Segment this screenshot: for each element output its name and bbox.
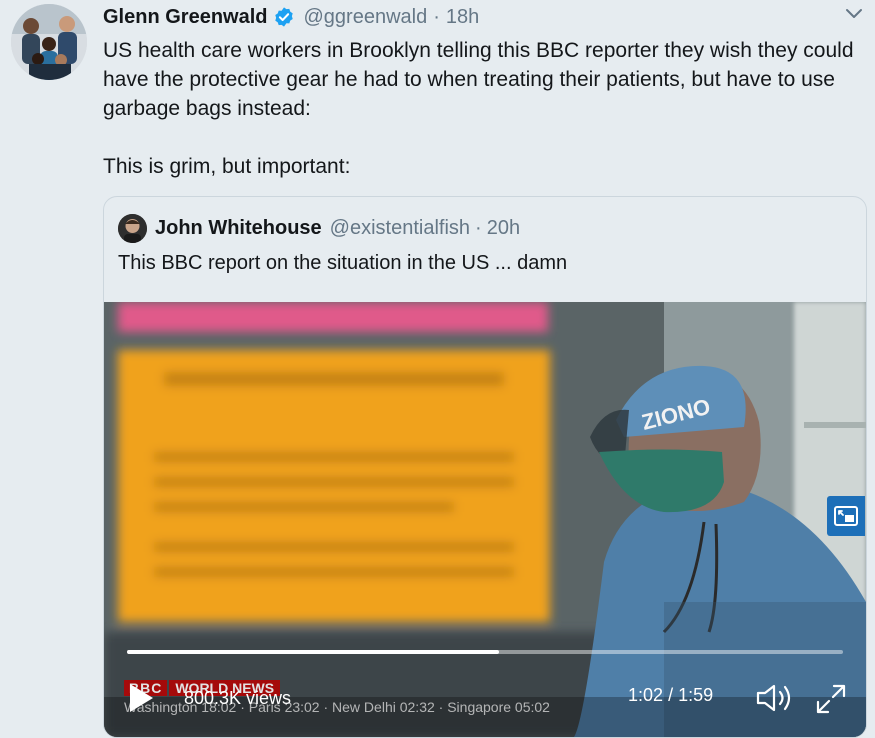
view-count: 800.3K views	[184, 688, 292, 708]
play-icon[interactable]	[127, 682, 155, 714]
tweet-text: US health care workers in Brooklyn telli…	[103, 36, 863, 181]
verified-badge-icon	[273, 6, 295, 28]
author-avatar[interactable]	[11, 4, 87, 80]
current-time: 1:02	[628, 685, 664, 705]
video-player[interactable]: ZIONO BBC WORLD NEWS Washington 18:02 · …	[104, 302, 866, 737]
tweet-text-paragraph: This is grim, but important:	[103, 155, 351, 178]
video-progress-fill	[127, 650, 500, 654]
author-handle[interactable]: @ggreenwald	[303, 6, 427, 29]
separator-dot: ·	[475, 216, 482, 239]
video-progress-bar[interactable]	[127, 650, 843, 654]
quoted-tweet-header: John Whitehouse @existentialfish · 20h	[118, 213, 520, 243]
quoted-author-name[interactable]: John Whitehouse	[155, 217, 322, 240]
video-timecode: 1:02 / 1:59	[628, 685, 713, 706]
tweet-timestamp[interactable]: 18h	[446, 6, 479, 29]
picture-in-picture-icon[interactable]	[827, 496, 865, 536]
quoted-tweet-timestamp[interactable]: 20h	[487, 217, 520, 240]
chevron-down-icon[interactable]	[843, 6, 865, 22]
volume-icon[interactable]	[755, 682, 795, 714]
quoted-author-handle[interactable]: @existentialfish	[330, 217, 470, 240]
tweet-header: Glenn Greenwald @ggreenwald · 18h	[103, 4, 479, 30]
fullscreen-icon[interactable]	[814, 682, 848, 716]
time-separator: /	[668, 685, 674, 705]
quoted-tweet-text: This BBC report on the situation in the …	[118, 252, 568, 274]
quoted-author-avatar[interactable]	[118, 213, 147, 243]
separator-dot: ·	[433, 5, 440, 28]
quoted-tweet-card[interactable]: John Whitehouse @existentialfish · 20h T…	[103, 196, 867, 738]
tweet-text-paragraph: US health care workers in Brooklyn telli…	[103, 39, 854, 120]
author-name[interactable]: Glenn Greenwald	[103, 6, 267, 29]
duration: 1:59	[678, 685, 714, 705]
video-controls: 800.3K views 1:02 / 1:59	[104, 672, 866, 722]
